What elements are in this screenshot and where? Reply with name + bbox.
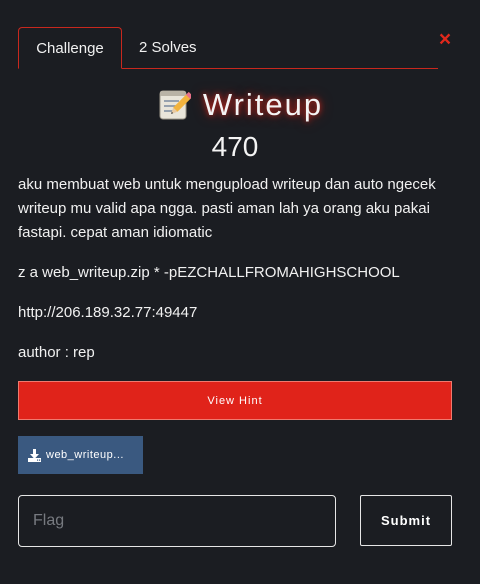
challenge-modal: Challenge 2 Solves × Writeup 470 aku mem… [0,0,480,584]
author-text: author : rep [18,344,95,361]
download-icon [28,448,41,462]
flag-input[interactable] [18,495,336,547]
challenge-description: aku membuat web untuk mengupload writeup… [18,176,436,241]
challenge-url: http://206.189.32.77:49447 [18,304,198,321]
challenge-title: Writeup [202,87,324,122]
memo-icon [157,88,193,122]
view-hint-button[interactable]: View Hint [18,381,452,420]
close-icon[interactable]: × [436,29,454,50]
challenge-points: 470 [211,131,259,162]
tab-solves[interactable]: 2 Solves [139,27,215,69]
submit-button[interactable]: Submit [360,495,452,546]
file-label: web_writeup... [46,449,124,461]
zip-command-text: z a web_writeup.zip * -pEZCHALLFROMAHIGH… [18,264,400,281]
tab-bar: Challenge 2 Solves [18,27,438,69]
tab-challenge[interactable]: Challenge [18,27,122,69]
challenge-header: Writeup [0,84,480,126]
download-file-button[interactable]: web_writeup... [18,436,143,474]
